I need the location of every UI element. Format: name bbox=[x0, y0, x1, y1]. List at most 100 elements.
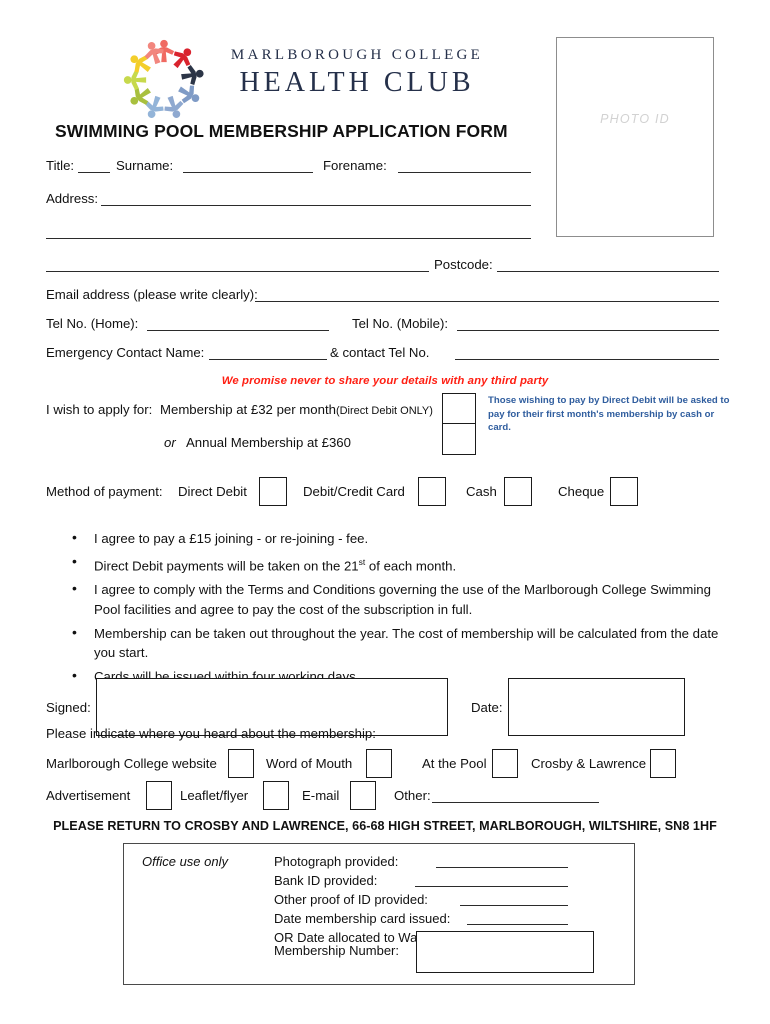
office-use-heading: Office use only bbox=[142, 854, 228, 869]
payment-option-label-direct-debit: Direct Debit bbox=[178, 484, 247, 499]
referral-checkbox-leaflet-flyer[interactable] bbox=[263, 781, 289, 810]
payment-option-label-cash: Cash bbox=[466, 484, 497, 499]
brand-line-college: MARLBOROUGH COLLEGE bbox=[230, 47, 484, 63]
term-text-2-pre: Direct Debit payments will be taken on t… bbox=[94, 558, 359, 574]
office-row-photograph: Photograph provided: bbox=[274, 852, 624, 871]
list-item: I agree to pay a £15 joining - or re-joi… bbox=[69, 528, 734, 549]
term-text-1: I agree to pay a £15 joining - or re-joi… bbox=[94, 531, 369, 546]
annual-price: £360 bbox=[321, 435, 351, 450]
emergency-tel-label: & contact Tel No. bbox=[330, 345, 430, 360]
payment-checkbox-debit-credit-card[interactable] bbox=[418, 477, 446, 506]
email-label-emphasis: please write clearly bbox=[137, 287, 250, 302]
photo-id-label: PHOTO ID bbox=[600, 112, 670, 126]
date-label: Date: bbox=[471, 700, 503, 715]
surname-input-rule[interactable] bbox=[183, 172, 313, 173]
referral-checkbox-crosby-and-lawrence[interactable] bbox=[650, 749, 676, 778]
referral-label-marlborough-college-website: Marlborough College website bbox=[46, 756, 217, 771]
list-item: Direct Debit payments will be taken on t… bbox=[69, 552, 734, 576]
referral-label-email: E-mail bbox=[302, 788, 340, 803]
office-row-card-issued: Date membership card issued: bbox=[274, 909, 624, 928]
tel-home-input-rule[interactable] bbox=[147, 330, 329, 331]
referral-checkbox-email[interactable] bbox=[350, 781, 376, 810]
email-label-pre: Email address ( bbox=[46, 287, 138, 302]
office-row-other-proof: Other proof of ID provided: bbox=[274, 890, 624, 909]
postcode-input-rule[interactable] bbox=[497, 271, 719, 272]
office-row-bank-id: Bank ID provided: bbox=[274, 871, 624, 890]
tel-home-label: Tel No. (Home): bbox=[46, 316, 139, 331]
membership-option-checkbox-group[interactable] bbox=[442, 393, 476, 455]
direct-debit-note: Those wishing to pay by Direct Debit wil… bbox=[488, 394, 738, 435]
office-row-card-issued-rule[interactable] bbox=[467, 924, 568, 925]
referral-checkbox-at-the-pool[interactable] bbox=[492, 749, 518, 778]
email-label-post: ): bbox=[249, 287, 258, 302]
payment-method-label: Method of payment: bbox=[46, 484, 163, 499]
date-field[interactable] bbox=[508, 678, 685, 736]
payment-checkbox-cheque[interactable] bbox=[610, 477, 638, 506]
forename-label: Forename: bbox=[323, 158, 387, 173]
payment-option-label-cheque: Cheque bbox=[558, 484, 605, 499]
monthly-price: £32 bbox=[250, 402, 273, 417]
office-use-box: Office use only Photograph provided: Ban… bbox=[123, 843, 635, 985]
office-row-other-proof-label: Other proof of ID provided: bbox=[274, 892, 428, 907]
checkbox-divider bbox=[443, 423, 475, 424]
referral-other-input-rule[interactable] bbox=[432, 802, 599, 803]
emergency-tel-input-rule[interactable] bbox=[455, 359, 719, 360]
brand-line-health-club: HEALTH CLUB bbox=[239, 67, 475, 98]
surname-label: Surname: bbox=[116, 158, 174, 173]
address-line-1-rule[interactable] bbox=[101, 205, 531, 206]
referral-label-leaflet-flyer: Leaflet/flyer bbox=[180, 788, 249, 803]
direct-debit-note-line-1: Those wishing to pay by Direct Debit wil… bbox=[488, 395, 730, 406]
title-label: Title: bbox=[46, 158, 75, 173]
referral-label-word-of-mouth: Word of Mouth bbox=[266, 756, 353, 771]
monthly-post: per month bbox=[272, 402, 336, 417]
forename-input-rule[interactable] bbox=[398, 172, 531, 173]
payment-option-label-debit-credit-card: Debit/Credit Card bbox=[303, 484, 405, 499]
direct-debit-note-line-2: pay for their first month's membership b… bbox=[488, 408, 715, 434]
office-row-bank-id-rule[interactable] bbox=[415, 886, 568, 887]
monthly-pre: Membership at bbox=[160, 402, 251, 417]
tel-mobile-input-rule[interactable] bbox=[457, 330, 719, 331]
brand-wordmark: MARLBOROUGH COLLEGE HEALTH CLUB bbox=[216, 46, 498, 100]
tel-mobile-label: Tel No. (Mobile): bbox=[352, 316, 449, 331]
address-line-3-rule[interactable] bbox=[46, 271, 429, 272]
office-row-bank-id-label: Bank ID provided: bbox=[274, 873, 378, 888]
address-line-2-rule[interactable] bbox=[46, 238, 531, 239]
signed-label: Signed: bbox=[46, 700, 91, 715]
referral-prompt: Please indicate where you heard about th… bbox=[46, 726, 376, 741]
referral-label-at-the-pool: At the Pool bbox=[422, 756, 487, 771]
membership-or-label: or bbox=[164, 435, 176, 450]
term-text-4: Membership can be taken out throughout t… bbox=[94, 625, 719, 661]
membership-monthly-label: Membership at £32 per month(Direct Debit… bbox=[160, 402, 433, 419]
office-row-card-issued-label: Date membership card issued: bbox=[274, 911, 451, 926]
photo-id-box[interactable]: PHOTO ID bbox=[556, 37, 714, 237]
membership-annual-label: Annual Membership at £360 bbox=[186, 435, 351, 451]
page-title: SWIMMING POOL MEMBERSHIP APPLICATION FOR… bbox=[55, 121, 508, 141]
annual-pre: Annual Membership at bbox=[186, 435, 322, 450]
referral-checkbox-word-of-mouth[interactable] bbox=[366, 749, 392, 778]
list-item: Membership can be taken out throughout t… bbox=[69, 623, 734, 663]
emergency-name-input-rule[interactable] bbox=[209, 359, 327, 360]
title-input-rule[interactable] bbox=[78, 172, 110, 173]
membership-number-label: Membership Number: bbox=[274, 943, 399, 958]
referral-label-advertisement: Advertisement bbox=[46, 788, 131, 803]
return-instruction: PLEASE RETURN TO CROSBY AND LAWRENCE, 66… bbox=[53, 819, 717, 833]
address-label: Address: bbox=[46, 191, 99, 206]
office-row-photograph-rule[interactable] bbox=[436, 867, 568, 868]
term-text-3: I agree to comply with the Terms and Con… bbox=[94, 582, 711, 617]
emergency-name-label: Emergency Contact Name: bbox=[46, 345, 205, 360]
application-form-page: MARLBOROUGH COLLEGE HEALTH CLUB SWIMMING… bbox=[0, 0, 770, 1024]
membership-number-field[interactable] bbox=[416, 931, 594, 973]
list-item: I agree to comply with the Terms and Con… bbox=[69, 579, 734, 619]
office-row-photograph-label: Photograph provided: bbox=[274, 854, 399, 869]
email-input-rule[interactable] bbox=[255, 301, 719, 302]
referral-checkbox-advertisement[interactable] bbox=[146, 781, 172, 810]
membership-intro-label: I wish to apply for: bbox=[46, 402, 153, 417]
postcode-label: Postcode: bbox=[434, 257, 493, 272]
office-row-other-proof-rule[interactable] bbox=[460, 905, 568, 906]
payment-checkbox-direct-debit[interactable] bbox=[259, 477, 287, 506]
terms-list: I agree to pay a £15 joining - or re-joi… bbox=[69, 528, 734, 691]
referral-checkbox-marlborough-college-website[interactable] bbox=[228, 749, 254, 778]
email-label: Email address (please write clearly): bbox=[46, 287, 258, 303]
monthly-note: (Direct Debit ONLY) bbox=[335, 405, 433, 417]
payment-checkbox-cash[interactable] bbox=[504, 477, 532, 506]
